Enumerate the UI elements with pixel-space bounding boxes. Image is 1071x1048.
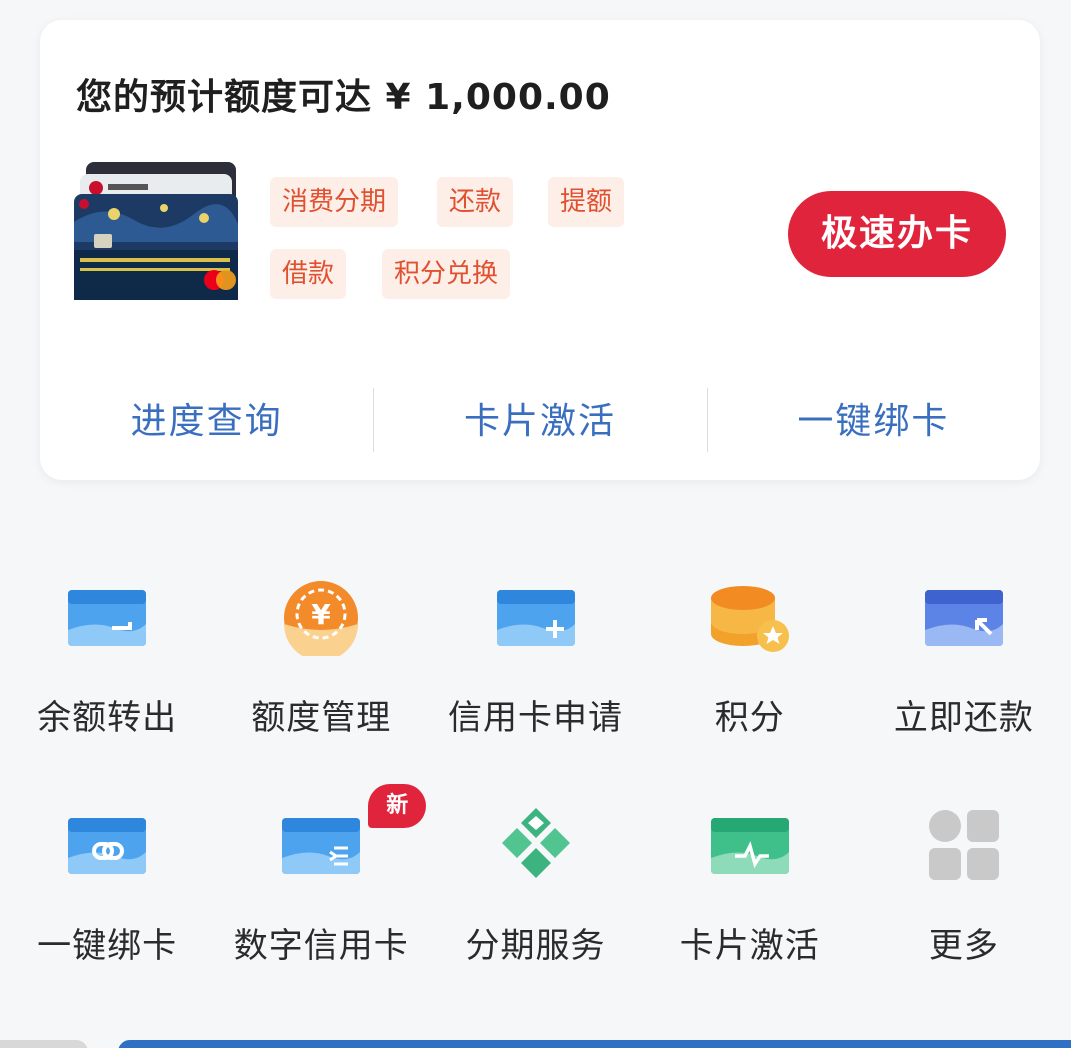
quota-text: 您的预计额度可达 ¥ 1,000.00	[76, 77, 611, 118]
tag-points-exchange[interactable]: 积分兑换	[382, 249, 511, 299]
yuan-coin-icon: ¥	[284, 581, 359, 656]
points-stack-icon	[710, 586, 789, 652]
service-label: 分期服务	[465, 926, 606, 966]
svg-text:¥: ¥	[312, 598, 332, 631]
service-card-application[interactable]: 信用卡申请	[428, 560, 642, 788]
service-digital-card[interactable]: 新 数字信用卡	[214, 784, 428, 1016]
digital-card-icon	[282, 818, 361, 874]
card-transfer-icon	[68, 590, 147, 646]
service-points[interactable]: 积分	[643, 560, 857, 788]
card-activate-icon	[710, 818, 789, 874]
card-actions-bar: 进度查询 卡片激活 一键绑卡	[40, 382, 1040, 462]
service-label: 余额转出	[37, 698, 178, 738]
tag-repayment[interactable]: 还款	[437, 177, 514, 227]
card-repay-icon	[924, 590, 1003, 646]
progress-query-link[interactable]: 进度查询	[40, 382, 373, 462]
tag-raise-limit[interactable]: 提额	[548, 177, 625, 227]
service-more[interactable]: 更多	[857, 788, 1071, 1016]
tag-loan[interactable]: 借款	[270, 249, 347, 299]
service-label: 一键绑卡	[37, 926, 178, 966]
credit-card-stack-image	[74, 162, 238, 300]
service-label: 卡片激活	[679, 926, 820, 966]
service-label: 积分	[714, 698, 785, 738]
service-label: 信用卡申请	[448, 698, 623, 738]
new-badge: 新	[368, 784, 427, 828]
service-row-2: 一键绑卡 新 数字信用卡 分期服务 卡片激活 更多	[0, 784, 1071, 1016]
service-balance-transfer[interactable]: 余额转出	[0, 560, 214, 788]
service-card-activation[interactable]: 卡片激活	[643, 788, 857, 1016]
service-label: 额度管理	[251, 698, 392, 738]
bottom-banner-edge	[118, 1040, 1071, 1048]
service-one-click-bind[interactable]: 一键绑卡	[0, 788, 214, 1016]
service-label: 更多	[928, 926, 999, 966]
service-label: 立即还款	[893, 698, 1034, 738]
bottom-banner-edge-left	[0, 1040, 88, 1048]
service-grid: 余额转出 ¥ 额度管理 信用卡申请 积分 立即还款 一键绑卡 新 数字信用卡 分…	[0, 560, 1071, 1016]
card-activate-link[interactable]: 卡片激活	[373, 382, 706, 462]
service-installment[interactable]: 分期服务	[428, 788, 642, 1016]
credit-card-promo-card: 您的预计额度可达 ¥ 1,000.00 消费分期 还款 提额 借款 积分兑换 极…	[40, 20, 1040, 480]
quick-apply-button[interactable]: 极速办卡	[788, 191, 1006, 277]
service-repay-now[interactable]: 立即还款	[857, 560, 1071, 788]
tag-installment[interactable]: 消费分期	[270, 177, 399, 227]
service-label: 数字信用卡	[233, 926, 409, 966]
one-click-bind-link[interactable]: 一键绑卡	[706, 382, 1040, 462]
card-link-icon	[68, 818, 147, 874]
installment-diamond-icon	[501, 808, 570, 878]
service-row-1: 余额转出 ¥ 额度管理 信用卡申请 积分 立即还款	[0, 560, 1071, 788]
card-add-icon	[496, 590, 575, 646]
more-grid-icon	[928, 810, 999, 880]
service-limit-management[interactable]: ¥ 额度管理	[214, 560, 428, 788]
